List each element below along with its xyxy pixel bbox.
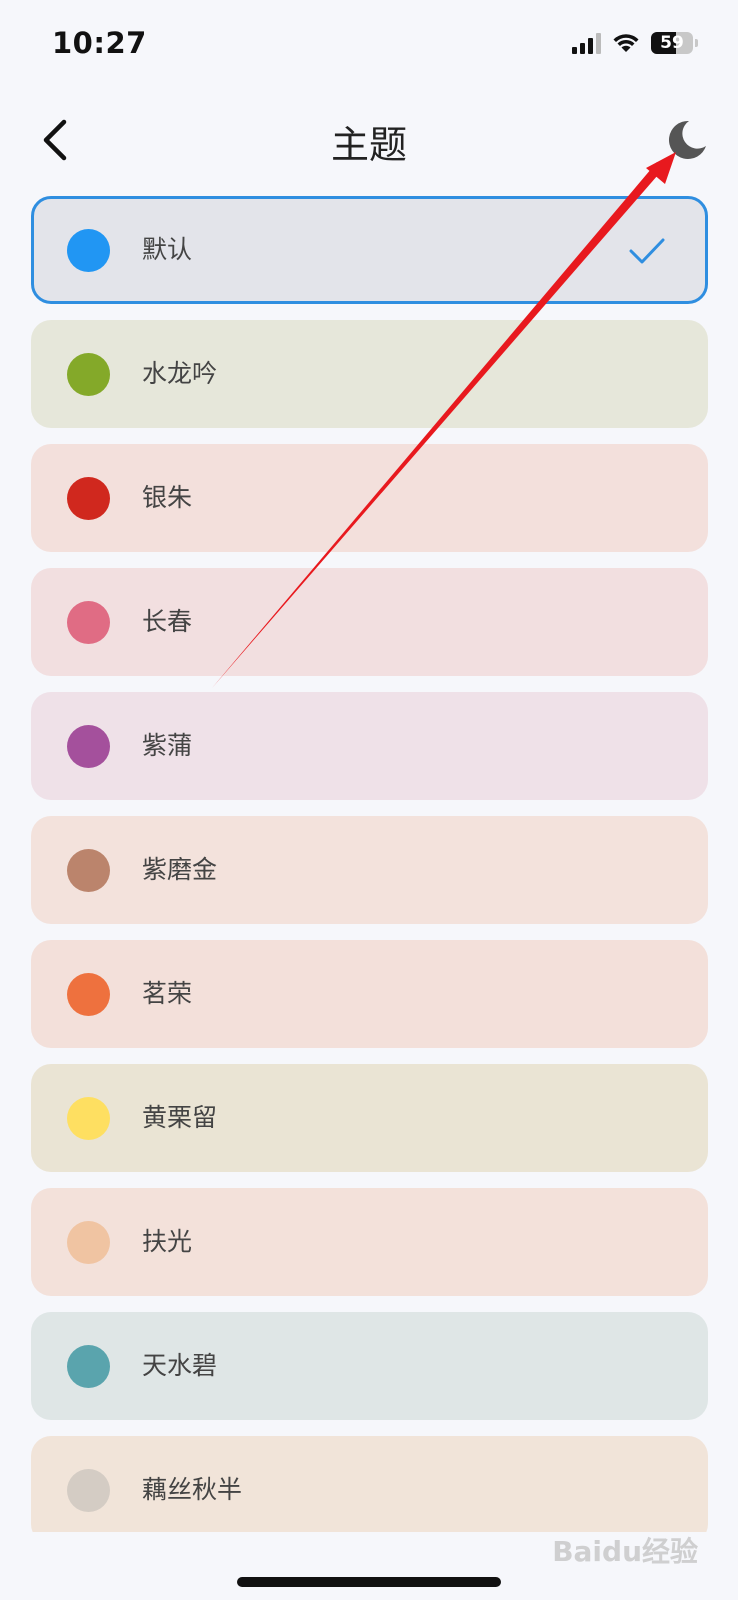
theme-list: 默认水龙吟银朱长春紫蒲紫磨金茗荣黄栗留扶光天水碧藕丝秋半 (31, 196, 708, 1532)
theme-item[interactable]: 黄栗留 (31, 1064, 708, 1172)
theme-color-dot (67, 1345, 110, 1388)
theme-item[interactable]: 银朱 (31, 444, 708, 552)
theme-color-dot (67, 477, 110, 520)
theme-item[interactable]: 茗荣 (31, 940, 708, 1048)
status-icons: 59 (572, 32, 698, 54)
watermark-logo: Baidu经验 (552, 1535, 698, 1568)
theme-label: 紫蒲 (142, 731, 193, 760)
theme-color-dot (67, 601, 110, 644)
theme-label: 水龙吟 (142, 359, 218, 388)
theme-label: 藕丝秋半 (142, 1475, 243, 1504)
theme-label: 茗荣 (142, 979, 193, 1008)
theme-item[interactable]: 扶光 (31, 1188, 708, 1296)
theme-color-dot (67, 229, 110, 272)
theme-label: 银朱 (142, 483, 193, 512)
theme-item[interactable]: 默认 (31, 196, 708, 304)
page-title: 主题 (330, 123, 407, 167)
status-bar: 10:27 59 (0, 0, 738, 90)
theme-item[interactable]: 天水碧 (31, 1312, 708, 1420)
theme-color-dot (67, 1469, 110, 1512)
theme-color-dot (67, 353, 110, 396)
theme-item[interactable]: 藕丝秋半 (31, 1436, 708, 1532)
moon-icon (668, 120, 706, 159)
theme-label: 天水碧 (142, 1351, 218, 1380)
theme-label: 默认 (142, 235, 193, 264)
wifi-icon (613, 34, 639, 52)
checkmark-icon (629, 238, 665, 264)
theme-item[interactable]: 紫磨金 (31, 816, 708, 924)
battery-level: 59 (660, 33, 684, 53)
theme-color-dot (67, 849, 110, 892)
theme-color-dot (67, 1221, 110, 1264)
battery-cap (695, 39, 698, 47)
cellular-signal-icon (572, 32, 601, 54)
theme-color-dot (67, 973, 110, 1016)
theme-item[interactable]: 水龙吟 (31, 320, 708, 428)
theme-label: 长春 (142, 607, 193, 636)
dark-mode-button[interactable] (665, 118, 709, 162)
battery-icon: 59 (651, 32, 693, 54)
theme-color-dot (67, 1097, 110, 1140)
theme-item[interactable]: 紫蒲 (31, 692, 708, 800)
theme-label: 紫磨金 (142, 855, 218, 884)
theme-color-dot (67, 725, 110, 768)
status-time: 10:27 (52, 26, 147, 60)
theme-label: 扶光 (142, 1227, 193, 1256)
theme-label: 黄栗留 (142, 1103, 218, 1132)
theme-item[interactable]: 长春 (31, 568, 708, 676)
nav-bar: 主题 (0, 100, 738, 180)
home-indicator[interactable] (237, 1577, 501, 1587)
